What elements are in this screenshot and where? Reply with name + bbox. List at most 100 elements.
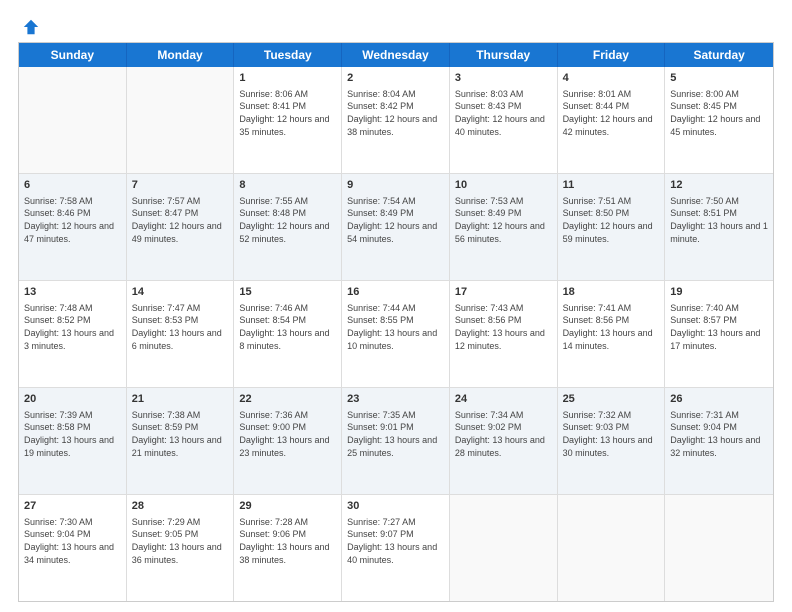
cal-cell: 18 Sunrise: 7:41 AMSunset: 8:56 PMDayligh…	[558, 281, 666, 387]
day-info: Sunrise: 7:50 AMSunset: 8:51 PMDaylight:…	[670, 195, 768, 245]
cal-cell	[127, 67, 235, 173]
cal-cell	[19, 67, 127, 173]
week-1: 1Sunrise: 8:06 AMSunset: 8:41 PMDaylight…	[19, 67, 773, 174]
cal-cell: 11Sunrise: 7:51 AMSunset: 8:50 PMDayligh…	[558, 174, 666, 280]
header-day-saturday: Saturday	[665, 43, 773, 67]
cal-cell	[450, 495, 558, 601]
day-info: Sunrise: 8:00 AMSunset: 8:45 PMDaylight:…	[670, 88, 768, 138]
day-number: 17	[455, 285, 552, 300]
day-number: 2	[347, 71, 444, 86]
cal-cell: 3 Sunrise: 8:03 AMSunset: 8:43 PMDaylight…	[450, 67, 558, 173]
header-day-thursday: Thursday	[450, 43, 558, 67]
day-info: Sunrise: 7:43 AMSunset: 8:56 PMDaylight:…	[455, 302, 552, 352]
day-number: 8	[239, 178, 336, 193]
calendar-header: SundayMondayTuesdayWednesdayThursdayFrid…	[19, 43, 773, 67]
day-info: Sunrise: 7:36 AMSunset: 9:00 PMDaylight:…	[239, 409, 336, 459]
cal-cell: 4 Sunrise: 8:01 AMSunset: 8:44 PMDaylight…	[558, 67, 666, 173]
cal-cell: 9 Sunrise: 7:54 AMSunset: 8:49 PMDaylight…	[342, 174, 450, 280]
calendar-body: 1Sunrise: 8:06 AMSunset: 8:41 PMDaylight…	[19, 67, 773, 601]
page: SundayMondayTuesdayWednesdayThursdayFrid…	[0, 0, 792, 612]
cal-cell: 14 Sunrise: 7:47 AMSunset: 8:53 PMDayligh…	[127, 281, 235, 387]
day-number: 28	[132, 499, 229, 514]
day-number: 10	[455, 178, 552, 193]
day-number: 20	[24, 392, 121, 407]
day-number: 9	[347, 178, 444, 193]
cal-cell: 21 Sunrise: 7:38 AMSunset: 8:59 PMDayligh…	[127, 388, 235, 494]
day-info: Sunrise: 7:53 AMSunset: 8:49 PMDaylight:…	[455, 195, 552, 245]
day-number: 14	[132, 285, 229, 300]
cal-cell	[558, 495, 666, 601]
cal-cell: 28 Sunrise: 7:29 AMSunset: 9:05 PMDayligh…	[127, 495, 235, 601]
cal-cell: 6 Sunrise: 7:58 AMSunset: 8:46 PMDaylight…	[19, 174, 127, 280]
day-number: 22	[239, 392, 336, 407]
day-number: 19	[670, 285, 768, 300]
day-info: Sunrise: 7:58 AMSunset: 8:46 PMDaylight:…	[24, 195, 121, 245]
day-number: 16	[347, 285, 444, 300]
day-info: Sunrise: 7:39 AMSunset: 8:58 PMDaylight:…	[24, 409, 121, 459]
day-number: 21	[132, 392, 229, 407]
cal-cell: 25 Sunrise: 7:32 AMSunset: 9:03 PMDayligh…	[558, 388, 666, 494]
week-2: 6 Sunrise: 7:58 AMSunset: 8:46 PMDaylight…	[19, 174, 773, 281]
cal-cell: 15Sunrise: 7:46 AMSunset: 8:54 PMDayligh…	[234, 281, 342, 387]
logo-icon	[22, 18, 40, 36]
cal-cell: 30Sunrise: 7:27 AMSunset: 9:07 PMDayligh…	[342, 495, 450, 601]
week-4: 20 Sunrise: 7:39 AMSunset: 8:58 PMDayligh…	[19, 388, 773, 495]
day-info: Sunrise: 7:32 AMSunset: 9:03 PMDaylight:…	[563, 409, 660, 459]
header-day-monday: Monday	[127, 43, 235, 67]
week-3: 13Sunrise: 7:48 AMSunset: 8:52 PMDayligh…	[19, 281, 773, 388]
day-number: 27	[24, 499, 121, 514]
cal-cell: 22 Sunrise: 7:36 AMSunset: 9:00 PMDayligh…	[234, 388, 342, 494]
day-info: Sunrise: 8:04 AMSunset: 8:42 PMDaylight:…	[347, 88, 444, 138]
day-number: 4	[563, 71, 660, 86]
day-number: 6	[24, 178, 121, 193]
day-number: 12	[670, 178, 768, 193]
day-number: 29	[239, 499, 336, 514]
day-number: 13	[24, 285, 121, 300]
day-number: 3	[455, 71, 552, 86]
cal-cell: 8 Sunrise: 7:55 AMSunset: 8:48 PMDaylight…	[234, 174, 342, 280]
cal-cell: 20 Sunrise: 7:39 AMSunset: 8:58 PMDayligh…	[19, 388, 127, 494]
day-info: Sunrise: 7:35 AMSunset: 9:01 PMDaylight:…	[347, 409, 444, 459]
day-info: Sunrise: 7:57 AMSunset: 8:47 PMDaylight:…	[132, 195, 229, 245]
day-number: 23	[347, 392, 444, 407]
day-info: Sunrise: 7:46 AMSunset: 8:54 PMDaylight:…	[239, 302, 336, 352]
day-info: Sunrise: 7:51 AMSunset: 8:50 PMDaylight:…	[563, 195, 660, 245]
day-number: 26	[670, 392, 768, 407]
day-info: Sunrise: 7:55 AMSunset: 8:48 PMDaylight:…	[239, 195, 336, 245]
day-number: 25	[563, 392, 660, 407]
day-number: 7	[132, 178, 229, 193]
day-info: Sunrise: 7:54 AMSunset: 8:49 PMDaylight:…	[347, 195, 444, 245]
week-5: 27 Sunrise: 7:30 AMSunset: 9:04 PMDayligh…	[19, 495, 773, 601]
day-info: Sunrise: 7:47 AMSunset: 8:53 PMDaylight:…	[132, 302, 229, 352]
day-info: Sunrise: 8:03 AMSunset: 8:43 PMDaylight:…	[455, 88, 552, 138]
cal-cell: 13Sunrise: 7:48 AMSunset: 8:52 PMDayligh…	[19, 281, 127, 387]
calendar: SundayMondayTuesdayWednesdayThursdayFrid…	[18, 42, 774, 602]
day-number: 24	[455, 392, 552, 407]
day-number: 18	[563, 285, 660, 300]
day-number: 5	[670, 71, 768, 86]
cal-cell: 17 Sunrise: 7:43 AMSunset: 8:56 PMDayligh…	[450, 281, 558, 387]
header-day-friday: Friday	[558, 43, 666, 67]
day-info: Sunrise: 7:30 AMSunset: 9:04 PMDaylight:…	[24, 516, 121, 566]
day-info: Sunrise: 7:38 AMSunset: 8:59 PMDaylight:…	[132, 409, 229, 459]
cal-cell: 10 Sunrise: 7:53 AMSunset: 8:49 PMDayligh…	[450, 174, 558, 280]
header-day-sunday: Sunday	[19, 43, 127, 67]
cal-cell: 24Sunrise: 7:34 AMSunset: 9:02 PMDayligh…	[450, 388, 558, 494]
day-info: Sunrise: 7:41 AMSunset: 8:56 PMDaylight:…	[563, 302, 660, 352]
header-day-wednesday: Wednesday	[342, 43, 450, 67]
header	[18, 18, 774, 32]
day-info: Sunrise: 7:27 AMSunset: 9:07 PMDaylight:…	[347, 516, 444, 566]
cal-cell: 27 Sunrise: 7:30 AMSunset: 9:04 PMDayligh…	[19, 495, 127, 601]
cal-cell: 26Sunrise: 7:31 AMSunset: 9:04 PMDayligh…	[665, 388, 773, 494]
logo	[18, 18, 40, 32]
day-info: Sunrise: 7:29 AMSunset: 9:05 PMDaylight:…	[132, 516, 229, 566]
day-info: Sunrise: 8:06 AMSunset: 8:41 PMDaylight:…	[239, 88, 336, 138]
cal-cell: 7 Sunrise: 7:57 AMSunset: 8:47 PMDaylight…	[127, 174, 235, 280]
day-info: Sunrise: 8:01 AMSunset: 8:44 PMDaylight:…	[563, 88, 660, 138]
day-info: Sunrise: 7:28 AMSunset: 9:06 PMDaylight:…	[239, 516, 336, 566]
cal-cell: 29 Sunrise: 7:28 AMSunset: 9:06 PMDayligh…	[234, 495, 342, 601]
cal-cell: 1Sunrise: 8:06 AMSunset: 8:41 PMDaylight…	[234, 67, 342, 173]
cal-cell: 2 Sunrise: 8:04 AMSunset: 8:42 PMDaylight…	[342, 67, 450, 173]
cal-cell	[665, 495, 773, 601]
cal-cell: 5 Sunrise: 8:00 AMSunset: 8:45 PMDaylight…	[665, 67, 773, 173]
